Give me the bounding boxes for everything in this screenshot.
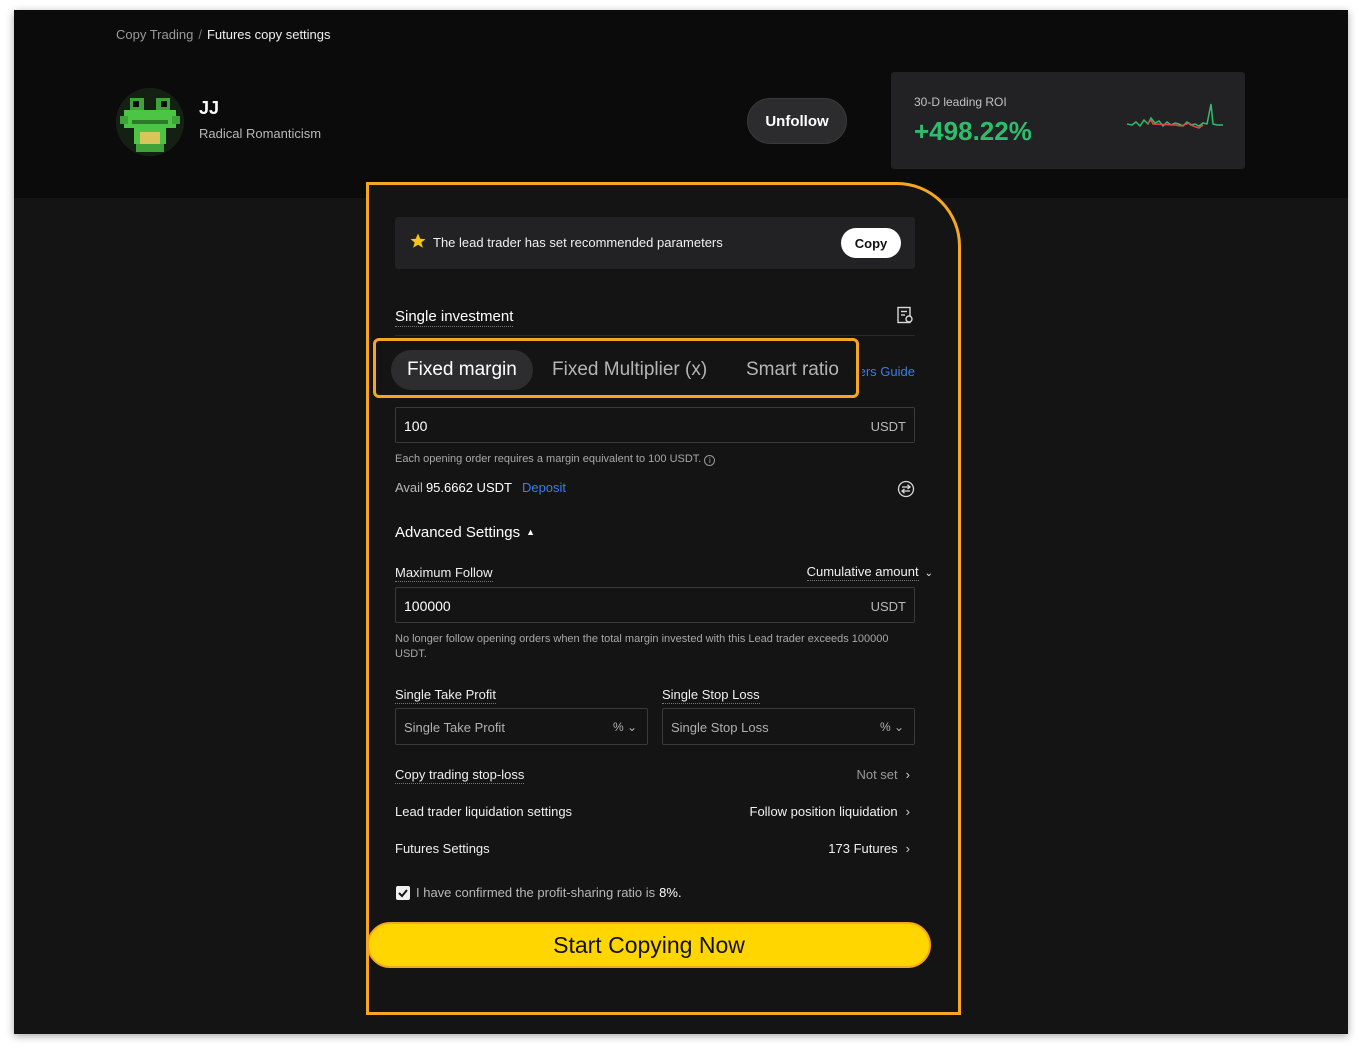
stop-loss-placeholder: Single Stop Loss [671, 720, 769, 735]
copy-stop-loss-label: Copy trading stop-loss [395, 767, 525, 784]
copy-params-button[interactable]: Copy [841, 228, 901, 258]
liquidation-settings-value: Follow position liquidation › [750, 804, 911, 819]
stop-loss-unit-dropdown[interactable]: % ⌄ [880, 720, 904, 734]
copy-stop-loss-row[interactable]: Copy trading stop-loss Not set › [395, 767, 915, 785]
deposit-link[interactable]: Deposit [522, 480, 566, 495]
maximum-follow-value: 100000 [404, 598, 451, 614]
roi-label: 30-D leading ROI [914, 95, 1007, 109]
star-icon [410, 233, 426, 248]
profit-sharing-ratio: 8%. [659, 885, 682, 900]
chevron-down-icon: ⌄ [924, 568, 933, 579]
maximum-follow-input[interactable]: 100000 USDT [395, 587, 915, 623]
roi-sparkline-icon [1127, 103, 1223, 129]
checkmark-icon [398, 889, 408, 898]
margin-amount-input[interactable]: 100 USDT [395, 407, 915, 443]
maximum-follow-text: Maximum Follow [395, 565, 493, 582]
tab-fixed-margin[interactable]: Fixed margin [391, 350, 533, 390]
futures-settings-value-text: 173 Futures [828, 841, 898, 856]
transfer-icon[interactable] [897, 480, 915, 498]
available-balance: Avail 95.6662 USDT Deposit [395, 480, 566, 495]
tab-fixed-multiplier[interactable]: Fixed Multiplier (x) [552, 350, 707, 390]
confirm-text: I have confirmed the profit-sharing rati… [416, 885, 656, 900]
futures-settings-label: Futures Settings [395, 841, 490, 856]
section-divider [395, 335, 915, 336]
stop-loss-unit: % [879, 720, 891, 734]
unfollow-button[interactable]: Unfollow [747, 98, 847, 144]
avail-label: Avail [395, 480, 423, 495]
roi-card: 30-D leading ROI +498.22% [891, 72, 1245, 169]
app-window: Copy Trading / Futures copy settings JJ Ra… [14, 10, 1348, 1034]
confirm-checkbox[interactable] [396, 886, 410, 900]
copy-stop-loss-value-text: Not set [856, 767, 898, 782]
recommended-params-banner: The lead trader has set recommended para… [395, 217, 915, 269]
caret-up-icon: ▲ [526, 527, 536, 537]
trader-name: JJ [199, 98, 220, 118]
frog-avatar-icon [116, 88, 184, 156]
tab-smart-ratio[interactable]: Smart ratio [746, 350, 839, 390]
liquidation-settings-label: Lead trader liquidation settings [395, 804, 573, 819]
start-copying-button[interactable]: Start Copying Now [367, 922, 931, 968]
avatar[interactable] [116, 88, 184, 156]
margin-hint: Each opening order requires a margin equ… [395, 452, 716, 467]
chevron-right-icon: › [905, 767, 910, 782]
take-profit-label: Single Take Profit [395, 686, 496, 704]
breadcrumb-current: Futures copy settings [206, 27, 331, 42]
liquidation-settings-row[interactable]: Lead trader liquidation settings Follow … [395, 804, 915, 822]
roi-value: +498.22% [914, 116, 1032, 146]
stop-loss-label-text: Single Stop Loss [662, 687, 760, 704]
recommended-params-text: The lead trader has set recommended para… [433, 235, 723, 250]
cumulative-amount-dropdown[interactable]: Cumulative amount ⌄ [806, 564, 933, 581]
advanced-settings-toggle[interactable]: Advanced Settings ▲ [395, 524, 535, 541]
trader-subtitle: Radical Romanticism [199, 126, 322, 141]
profit-sharing-confirmation: I have confirmed the profit-sharing rati… [396, 885, 682, 900]
futures-settings-row[interactable]: Futures Settings 173 Futures › [395, 841, 915, 859]
take-profit-unit-dropdown[interactable]: % ⌄ [613, 720, 637, 734]
avail-value: 95.6662 USDT [425, 480, 512, 495]
breadcrumb-copy-trading[interactable]: Copy Trading [116, 27, 193, 42]
info-icon[interactable]: i [704, 455, 716, 466]
chevron-right-icon: › [905, 841, 910, 856]
take-profit-placeholder: Single Take Profit [404, 720, 505, 735]
copy-stop-loss-value: Not set › [856, 767, 910, 782]
maximum-follow-unit: USDT [870, 599, 906, 614]
users-guide-link[interactable]: ers Guide [862, 364, 915, 379]
document-icon[interactable] [896, 306, 914, 324]
breadcrumb-separator: / [198, 27, 202, 42]
margin-amount-unit: USDT [870, 419, 906, 434]
margin-hint-text: Each opening order requires a margin equ… [395, 453, 702, 465]
stop-loss-input[interactable]: Single Stop Loss % ⌄ [662, 708, 915, 745]
investment-mode-tabs: Fixed margin Fixed Multiplier (x) Smart … [373, 338, 859, 398]
take-profit-label-text: Single Take Profit [395, 687, 496, 704]
advanced-settings-title: Advanced Settings [395, 524, 521, 541]
breadcrumb: Copy Trading / Futures copy settings [116, 27, 331, 42]
futures-settings-value: 173 Futures › [828, 841, 910, 856]
take-profit-input[interactable]: Single Take Profit % ⌄ [395, 708, 648, 745]
cumulative-amount-text: Cumulative amount [806, 564, 919, 581]
margin-amount-value: 100 [404, 418, 428, 434]
take-profit-unit: % [612, 720, 624, 734]
maximum-follow-label: Maximum Follow [395, 564, 493, 582]
stop-loss-label: Single Stop Loss [662, 686, 760, 704]
maximum-follow-hint: No longer follow opening orders when the… [395, 633, 889, 660]
chevron-right-icon: › [905, 804, 910, 819]
liquidation-settings-value-text: Follow position liquidation [749, 804, 898, 819]
single-investment-title: Single investment [395, 308, 514, 327]
